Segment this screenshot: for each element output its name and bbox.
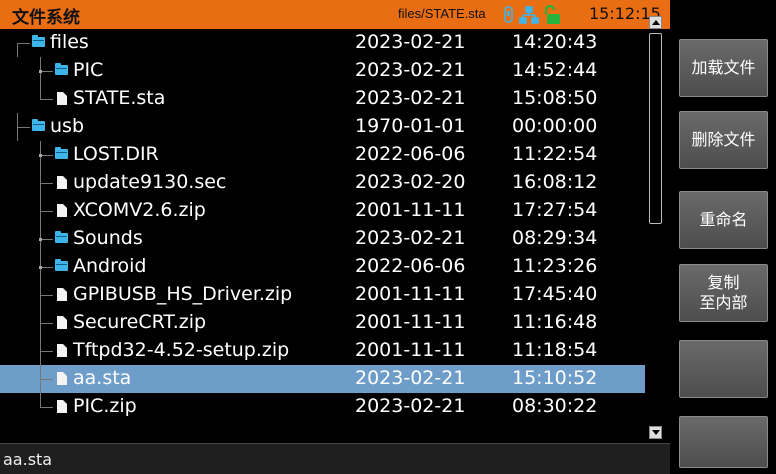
folder-row[interactable]: Sounds 2023-02-21 08:29:34 bbox=[0, 225, 645, 253]
status-icons bbox=[504, 5, 560, 24]
entry-date: 2001-11-11 bbox=[355, 311, 466, 333]
delete-file-label: 删除文件 bbox=[691, 130, 756, 149]
entry-time: 14:52:44 bbox=[512, 59, 598, 81]
folder-row[interactable]: files 2023-02-21 14:20:43 bbox=[0, 29, 645, 57]
file-row[interactable]: update9130.sec 2023-02-20 16:08:12 bbox=[0, 169, 645, 197]
entry-date: 2022-06-06 bbox=[355, 255, 466, 277]
copy-label-line1: 复制 bbox=[707, 273, 740, 292]
entry-name: GPIBUSB_HS_Driver.zip bbox=[73, 283, 293, 305]
file-row[interactable]: GPIBUSB_HS_Driver.zip 2001-11-11 17:45:40 bbox=[0, 281, 645, 309]
status-bar: aa.sta bbox=[0, 443, 670, 474]
entry-name: PIC bbox=[73, 59, 104, 81]
entry-date: 2001-11-11 bbox=[355, 199, 466, 221]
entry-date: 2001-11-11 bbox=[355, 339, 466, 361]
copy-label-line2: 至内部 bbox=[699, 293, 748, 312]
entry-name: XCOMV2.6.zip bbox=[73, 199, 206, 221]
folder-icon bbox=[32, 119, 45, 131]
load-file-button[interactable]: 加载文件 bbox=[679, 39, 768, 97]
entry-date: 2023-02-21 bbox=[355, 87, 466, 109]
page-title: 文件系统 bbox=[12, 8, 80, 28]
file-row[interactable]: XCOMV2.6.zip 2001-11-11 17:27:54 bbox=[0, 197, 645, 225]
load-file-label: 加载文件 bbox=[691, 58, 756, 77]
folder-icon bbox=[55, 259, 68, 271]
softkey-panel: 加载文件 删除文件 重命名 复制 至内部 bbox=[670, 0, 776, 474]
entry-time: 11:16:48 bbox=[512, 311, 598, 333]
file-row[interactable]: PIC.zip 2023-02-21 08:30:22 bbox=[0, 393, 645, 421]
selected-file-name: aa.sta bbox=[3, 450, 53, 469]
file-row[interactable]: SecureCRT.zip 2001-11-11 11:16:48 bbox=[0, 309, 645, 337]
entry-time: 11:22:54 bbox=[512, 143, 598, 165]
entry-date: 2001-11-11 bbox=[355, 283, 466, 305]
unlock-icon bbox=[544, 5, 560, 24]
entry-date: 2022-06-06 bbox=[355, 143, 466, 165]
entry-time: 17:45:40 bbox=[512, 283, 598, 305]
file-list[interactable]: files 2023-02-21 14:20:43 PIC 2023-02-21 14:5… bbox=[0, 29, 670, 443]
copy-to-internal-label: 复制 至内部 bbox=[699, 273, 747, 313]
folder-row[interactable]: usb 1970-01-01 00:00:00 bbox=[0, 113, 645, 141]
folder-icon bbox=[32, 35, 45, 47]
entry-name: update9130.sec bbox=[73, 171, 227, 193]
entry-time: 14:20:43 bbox=[512, 31, 598, 53]
file-row[interactable]: aa.sta 2023-02-21 15:10:52 bbox=[0, 365, 645, 393]
entry-name: SecureCRT.zip bbox=[73, 311, 207, 333]
entry-time: 16:08:12 bbox=[512, 171, 598, 193]
title-bar: 文件系统 files/STATE.sta 15:12:15 bbox=[0, 0, 670, 29]
entry-date: 2023-02-21 bbox=[355, 367, 466, 389]
file-icon bbox=[57, 316, 67, 329]
entry-name: STATE.sta bbox=[73, 87, 166, 109]
entry-date: 2023-02-21 bbox=[355, 59, 466, 81]
rename-label: 重命名 bbox=[699, 210, 748, 229]
entry-time: 15:08:50 bbox=[512, 87, 598, 109]
file-icon bbox=[57, 92, 67, 105]
current-path: files/STATE.sta bbox=[398, 6, 486, 21]
entry-time: 08:30:22 bbox=[512, 395, 598, 417]
entry-date: 2023-02-21 bbox=[355, 31, 466, 53]
entry-time: 17:27:54 bbox=[512, 199, 598, 221]
entry-name: Tftpd32-4.52-setup.zip bbox=[73, 339, 290, 361]
file-row[interactable]: Tftpd32-4.52-setup.zip 2001-11-11 11:18:54 bbox=[0, 337, 645, 365]
file-icon bbox=[57, 344, 67, 357]
entry-time: 11:18:54 bbox=[512, 339, 598, 361]
folder-row[interactable]: PIC 2023-02-21 14:52:44 bbox=[0, 57, 645, 85]
entry-time: 15:10:52 bbox=[512, 367, 598, 389]
entry-time: 00:00:00 bbox=[512, 115, 598, 137]
entry-date: 1970-01-01 bbox=[355, 115, 466, 137]
entry-time: 08:29:34 bbox=[512, 227, 598, 249]
folder-row[interactable]: Android 2022-06-06 11:23:26 bbox=[0, 253, 645, 281]
delete-file-button[interactable]: 删除文件 bbox=[679, 111, 768, 169]
scroll-up-arrow[interactable] bbox=[649, 16, 662, 29]
network-icon bbox=[519, 6, 539, 24]
scroll-down-arrow[interactable] bbox=[649, 426, 662, 439]
folder-row[interactable]: LOST.DIR 2022-06-06 11:22:54 bbox=[0, 141, 645, 169]
entry-name: usb bbox=[50, 115, 85, 137]
entry-name: Sounds bbox=[73, 227, 143, 249]
entry-name: PIC.zip bbox=[73, 395, 137, 417]
file-icon bbox=[57, 288, 67, 301]
file-icon bbox=[57, 400, 67, 413]
entry-time: 11:23:26 bbox=[512, 255, 598, 277]
file-row[interactable]: STATE.sta 2023-02-21 15:08:50 bbox=[0, 85, 645, 113]
softkey-5[interactable] bbox=[679, 340, 768, 398]
entry-date: 2023-02-20 bbox=[355, 171, 466, 193]
scrollbar-thumb[interactable] bbox=[649, 33, 662, 224]
entry-name: files bbox=[50, 31, 89, 53]
entry-name: Android bbox=[73, 255, 147, 277]
folder-icon bbox=[55, 147, 68, 159]
entry-date: 2023-02-21 bbox=[355, 395, 466, 417]
folder-icon bbox=[55, 63, 68, 75]
entry-name: aa.sta bbox=[73, 367, 132, 389]
entry-date: 2023-02-21 bbox=[355, 227, 466, 249]
rename-button[interactable]: 重命名 bbox=[679, 191, 768, 249]
usb-icon bbox=[504, 6, 513, 23]
copy-to-internal-button[interactable]: 复制 至内部 bbox=[679, 264, 768, 322]
entry-name: LOST.DIR bbox=[73, 143, 159, 165]
softkey-6[interactable] bbox=[679, 416, 768, 468]
file-icon bbox=[57, 372, 67, 385]
file-icon bbox=[57, 176, 67, 189]
folder-icon bbox=[55, 231, 68, 243]
file-icon bbox=[57, 204, 67, 217]
